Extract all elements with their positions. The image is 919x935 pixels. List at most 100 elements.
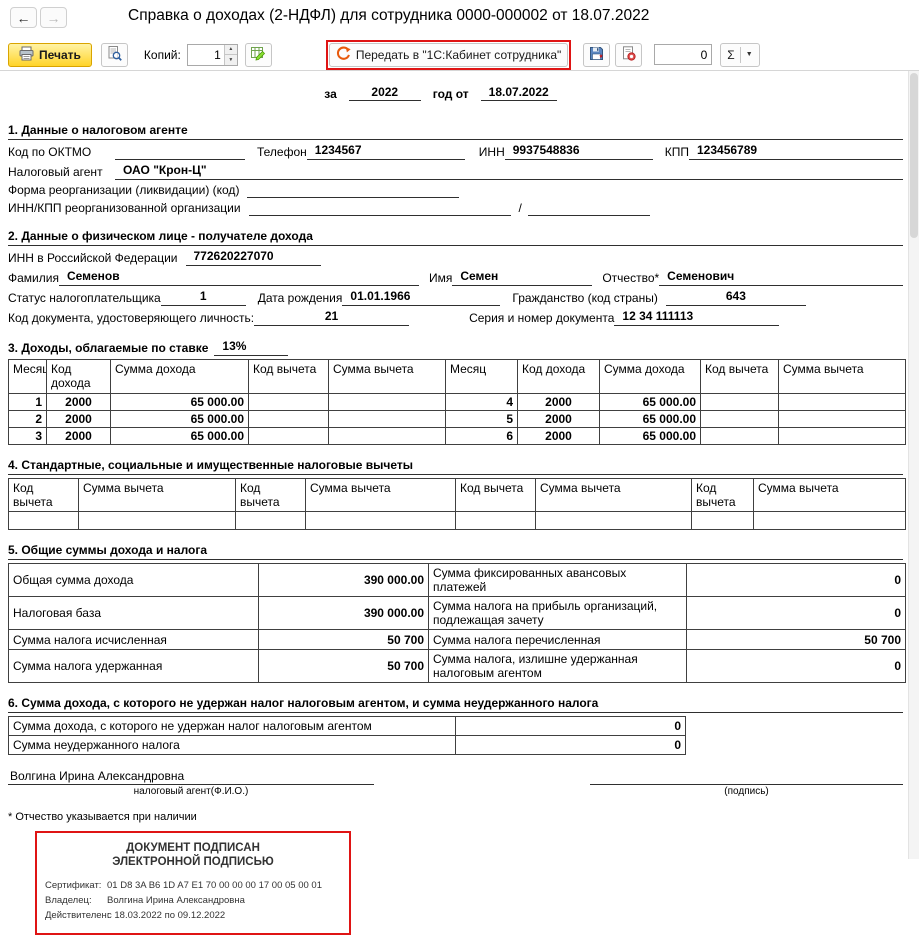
totals-row: Общая сумма дохода 390 000.00 Сумма фикс…	[8, 563, 906, 597]
deductions-table: Код вычета Сумма вычета Код вычета Сумма…	[8, 478, 906, 530]
forward-button[interactable]: →	[40, 7, 67, 28]
col-header-deduction-sum: Сумма вычета	[753, 478, 906, 512]
firstname-value: Семен	[452, 269, 593, 286]
person-inn-label: ИНН в Российской Федерации	[8, 251, 178, 265]
deductions-header-row: Код вычета Сумма вычета Код вычета Сумма…	[8, 478, 906, 512]
print-button[interactable]: Печать	[8, 42, 92, 67]
total-label: Сумма налога на прибыль организаций, под…	[428, 596, 687, 630]
total-label: Сумма налога, излишне удержанная налогов…	[428, 649, 687, 683]
agent-label: Налоговый агент	[8, 165, 103, 179]
section3-title: 3. Доходы, облагаемые по ставке	[8, 341, 209, 355]
sum-button[interactable]: Σ ▼	[720, 42, 760, 67]
vertical-scrollbar[interactable]	[908, 71, 919, 859]
table-settings-button[interactable]	[244, 42, 272, 67]
unwithheld-value: 0	[455, 716, 686, 736]
inn-value: 9937548836	[504, 143, 653, 160]
kpp-value: 123456789	[689, 143, 903, 160]
totals-row: Сумма налога исчисленная 50 700 Сумма на…	[8, 629, 906, 650]
copies-label: Копий:	[143, 47, 181, 62]
copies-spinner: ▲ ▼	[186, 43, 238, 66]
cell-deduction-sum	[778, 393, 906, 411]
cell-deduction-sum	[535, 511, 692, 530]
document-area: за 2022 год от 18.07.2022 1. Данные о на…	[0, 71, 919, 935]
back-button[interactable]: ←	[10, 7, 37, 28]
unwithheld-label: Сумма дохода, с которого не удержан нало…	[8, 716, 456, 736]
validity-value: с 18.03.2022 по 09.12.2022	[107, 910, 226, 921]
person-row-3: Статус налогоплательщика 1 Дата рождения…	[8, 289, 903, 306]
cell-income-sum: 65 000.00	[599, 410, 701, 428]
doccode-label: Код документа, удостоверяющего личность:	[8, 311, 255, 325]
status-label: Статус налогоплательщика	[8, 291, 161, 305]
col-header-income-code: Код дохода	[517, 359, 600, 394]
reorg-value	[247, 196, 460, 198]
reorg-innkpp-label: ИНН/КПП реорганизованной организации	[8, 201, 241, 215]
transfer-icon	[336, 46, 351, 64]
total-label: Общая сумма дохода	[8, 563, 259, 597]
col-header-month: Месяц	[445, 359, 518, 394]
counter-field[interactable]	[654, 44, 713, 65]
window-header: ← → Справка о доходах (2-НДФЛ) для сотру…	[0, 0, 919, 71]
unwithheld-label: Сумма неудержанного налога	[8, 735, 456, 755]
page-title: Справка о доходах (2-НДФЛ) для сотрудник…	[128, 7, 650, 24]
cell-month: 6	[445, 427, 518, 445]
birthdate-label: Дата рождения	[257, 291, 343, 305]
signature-stamp-icon	[621, 45, 636, 64]
col-header-deduction-code: Код вычета	[248, 359, 329, 394]
back-arrow-icon: ←	[16, 9, 31, 26]
period-prefix: за	[324, 87, 337, 101]
kpp-label: КПП	[664, 145, 689, 159]
cell-deduction-sum	[778, 410, 906, 428]
section3-title-row: 3. Доходы, облагаемые по ставке 13%	[8, 339, 903, 356]
spinner-down-button[interactable]: ▼	[224, 55, 237, 65]
cell-deduction-code	[235, 511, 306, 530]
cell-deduction-sum	[328, 427, 446, 445]
status-value: 1	[160, 289, 246, 306]
spinner-up-button[interactable]: ▲	[224, 44, 237, 55]
cell-income-sum: 65 000.00	[599, 427, 701, 445]
firstname-label: Имя	[428, 271, 453, 285]
total-value: 0	[686, 563, 906, 597]
cell-income-code: 2000	[517, 427, 600, 445]
col-header-deduction-sum: Сумма вычета	[328, 359, 446, 394]
copies-input[interactable]	[187, 44, 224, 65]
phone-label: Телефон	[257, 145, 307, 159]
signature-stamp-button[interactable]	[615, 42, 643, 67]
reorg-kpp-value	[527, 214, 650, 216]
cell-income-sum: 65 000.00	[599, 393, 701, 411]
section5-title: 5. Общие суммы дохода и налога	[8, 541, 903, 560]
person-inn-value: 772620227070	[185, 249, 321, 266]
agent-value: ОАО "Крон-Ц"	[115, 163, 903, 180]
cell-deduction-code	[700, 393, 779, 411]
docnum-label: Серия и номер документа	[469, 311, 615, 325]
col-header-deduction-sum: Сумма вычета	[305, 478, 456, 512]
tax-rate-value: 13%	[214, 339, 289, 356]
certificate-value: 01 D8 3A B6 1D A7 E1 70 00 00 00 17 00 0…	[107, 880, 322, 891]
period-date: 18.07.2022	[480, 85, 557, 101]
unwithheld-row: Сумма дохода, с которого не удержан нало…	[8, 716, 686, 736]
income-row: 3 2000 65 000.00 6 2000 65 000.00	[8, 427, 906, 445]
person-row-4: Код документа, удостоверяющего личность:…	[8, 309, 903, 326]
col-header-deduction-sum: Сумма вычета	[535, 478, 692, 512]
citizenship-label: Гражданство (код страны)	[512, 291, 658, 305]
col-header-deduction-code: Код вычета	[8, 478, 79, 512]
save-file-button[interactable]: *	[583, 42, 611, 67]
scrollbar-thumb[interactable]	[910, 73, 918, 238]
signature-agent: Волгина Ирина Александровна налоговый аг…	[8, 769, 374, 797]
total-value: 0	[686, 649, 906, 683]
forward-arrow-icon: →	[46, 9, 61, 26]
preview-icon	[107, 45, 122, 64]
total-label: Сумма фиксированных авансовых платежей	[428, 563, 687, 597]
preview-button[interactable]	[100, 42, 128, 67]
total-value: 390 000.00	[258, 596, 429, 630]
middlename-value: Семенович	[659, 269, 903, 286]
transfer-button[interactable]: Передать в "1С:Кабинет сотрудника"	[328, 42, 569, 67]
totals-table: Общая сумма дохода 390 000.00 Сумма фикс…	[8, 563, 906, 683]
total-label: Налоговая база	[8, 596, 259, 630]
cell-month: 2	[8, 410, 47, 428]
person-row-1: ИНН в Российской Федерации 772620227070	[8, 249, 903, 266]
col-header-income-sum: Сумма дохода	[599, 359, 701, 394]
income-header-row: Месяц Код дохода Сумма дохода Код вычета…	[8, 359, 906, 394]
cell-deduction-sum	[328, 393, 446, 411]
total-label: Сумма налога исчисленная	[8, 629, 259, 650]
cell-income-code: 2000	[517, 393, 600, 411]
